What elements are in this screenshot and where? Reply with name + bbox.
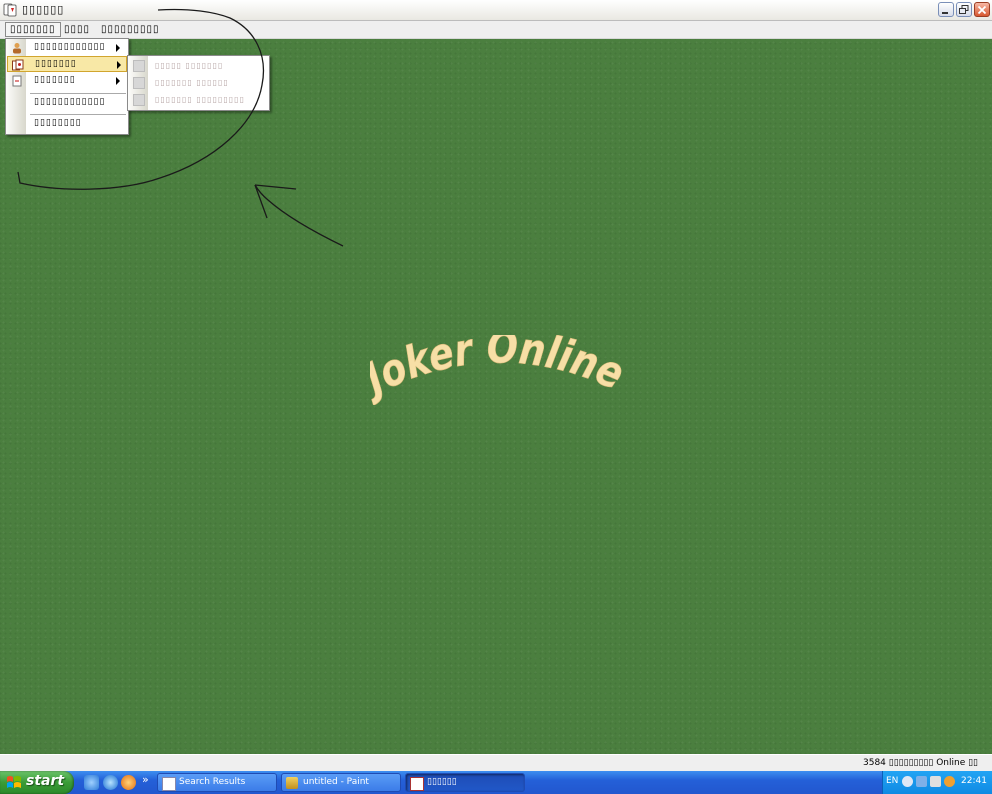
logo-text: Joker Online xyxy=(370,335,630,405)
menu-help[interactable]: ▯▯▯▯▯▯▯▯▯ xyxy=(97,23,164,36)
show-desktop-icon[interactable] xyxy=(84,775,99,790)
submenu-item-2[interactable]: ▯▯▯▯▯▯▯ ▯▯▯▯▯▯ xyxy=(155,78,229,87)
menu-item-label: ▯▯▯▯▯▯▯▯▯▯▯▯ xyxy=(34,42,106,52)
start-button[interactable]: start xyxy=(0,771,74,794)
task-label: untitled - Paint xyxy=(303,777,369,787)
title-bar: ▯▯▯▯▯▯ xyxy=(0,0,992,21)
minimize-button[interactable] xyxy=(938,2,954,17)
task-joker[interactable]: ▯▯▯▯▯▯ xyxy=(405,773,525,792)
task-label: ▯▯▯▯▯▯ xyxy=(427,777,457,787)
submenu-arrow-icon xyxy=(116,44,120,52)
menu-item-3[interactable]: ▯▯▯▯▯▯▯ xyxy=(7,73,127,89)
status-bar: 3584 ▯▯▯▯▯▯▯▯▯ Online ▯▯ xyxy=(0,754,992,772)
disabled-item-icon xyxy=(133,77,145,89)
restore-button[interactable] xyxy=(956,2,972,17)
tray-arrow-icon[interactable] xyxy=(902,776,913,787)
firefox-icon[interactable] xyxy=(121,775,136,790)
menu-bar: ▯▯▯▯▯▯▯ ▯▯▯▯ ▯▯▯▯▯▯▯▯▯ xyxy=(0,21,992,39)
menu-item-label: ▯▯▯▯▯▯▯ xyxy=(35,59,77,69)
menu-separator xyxy=(30,93,126,94)
start-label: start xyxy=(26,773,65,789)
joker-online-logo: Joker Online xyxy=(370,335,630,405)
menu-item-4[interactable]: ▯▯▯▯▯▯▯▯▯▯▯▯ xyxy=(7,95,127,111)
submenu-item-3[interactable]: ▯▯▯▯▯▯▯ ▯▯▯▯▯▯▯▯▯ xyxy=(155,95,245,104)
submenu-arrow-icon xyxy=(117,61,121,69)
task-search-results[interactable]: Search Results xyxy=(157,773,277,792)
task-label: Search Results xyxy=(179,777,246,787)
disabled-item-icon xyxy=(133,60,145,72)
menu-item-1[interactable]: ▯▯▯▯▯▯▯▯▯▯▯▯ xyxy=(7,40,127,56)
language-indicator[interactable]: EN xyxy=(886,776,898,786)
volume-icon[interactable] xyxy=(930,776,941,787)
game-submenu: ▯▯▯▯▯ ▯▯▯▯▯▯▯ ▯▯▯▯▯▯▯ ▯▯▯▯▯▯ ▯▯▯▯▯▯▯ ▯▯▯… xyxy=(127,55,270,111)
search-window-icon xyxy=(162,777,176,791)
paint-icon xyxy=(286,777,298,789)
game-menu-dropdown: ▯▯▯▯▯▯▯▯▯▯▯▯ ▯▯▯▯▯▯▯ ▯▯▯▯▯▯▯ ▯▯▯▯▯▯▯▯▯▯▯… xyxy=(5,38,129,135)
quick-launch-more-icon[interactable]: » xyxy=(142,773,149,786)
user-icon xyxy=(13,43,21,54)
security-icon[interactable] xyxy=(944,776,955,787)
windows-taskbar: start » Search Results untitled - Paint … xyxy=(0,771,992,794)
menu-separator xyxy=(30,114,126,115)
restore-icon xyxy=(959,5,969,14)
system-tray: EN 22:41 xyxy=(882,771,992,794)
menu-view[interactable]: ▯▯▯▯ xyxy=(60,23,94,36)
menu-item-label: ▯▯▯▯▯▯▯ xyxy=(34,75,76,85)
window-title: ▯▯▯▯▯▯ xyxy=(22,3,65,16)
task-paint[interactable]: untitled - Paint xyxy=(281,773,401,792)
menu-game[interactable]: ▯▯▯▯▯▯▯ xyxy=(5,22,61,37)
document-icon xyxy=(12,75,22,87)
joker-app-icon xyxy=(410,777,424,791)
clock: 22:41 xyxy=(961,776,987,786)
online-count-status: 3584 ▯▯▯▯▯▯▯▯▯ Online ▯▯ xyxy=(863,758,978,768)
joker-app-icon xyxy=(3,3,17,17)
menu-item-2[interactable]: ▯▯▯▯▯▯▯ xyxy=(7,56,127,72)
menu-item-label: ▯▯▯▯▯▯▯▯▯▯▯▯ xyxy=(34,97,106,107)
submenu-arrow-icon xyxy=(116,77,120,85)
close-button[interactable] xyxy=(974,2,990,17)
menu-item-5[interactable]: ▯▯▯▯▯▯▯▯ xyxy=(7,116,127,132)
minimize-icon xyxy=(942,12,948,14)
network-icon[interactable] xyxy=(916,776,927,787)
menu-item-label: ▯▯▯▯▯▯▯▯ xyxy=(34,118,82,128)
windows-logo-icon xyxy=(7,776,21,788)
svg-text:Joker Online: Joker Online xyxy=(370,335,630,405)
disabled-item-icon xyxy=(133,94,145,106)
internet-explorer-icon[interactable] xyxy=(103,775,118,790)
close-icon xyxy=(977,5,987,15)
submenu-item-1[interactable]: ▯▯▯▯▯ ▯▯▯▯▯▯▯ xyxy=(155,61,223,70)
cards-icon xyxy=(12,59,24,71)
